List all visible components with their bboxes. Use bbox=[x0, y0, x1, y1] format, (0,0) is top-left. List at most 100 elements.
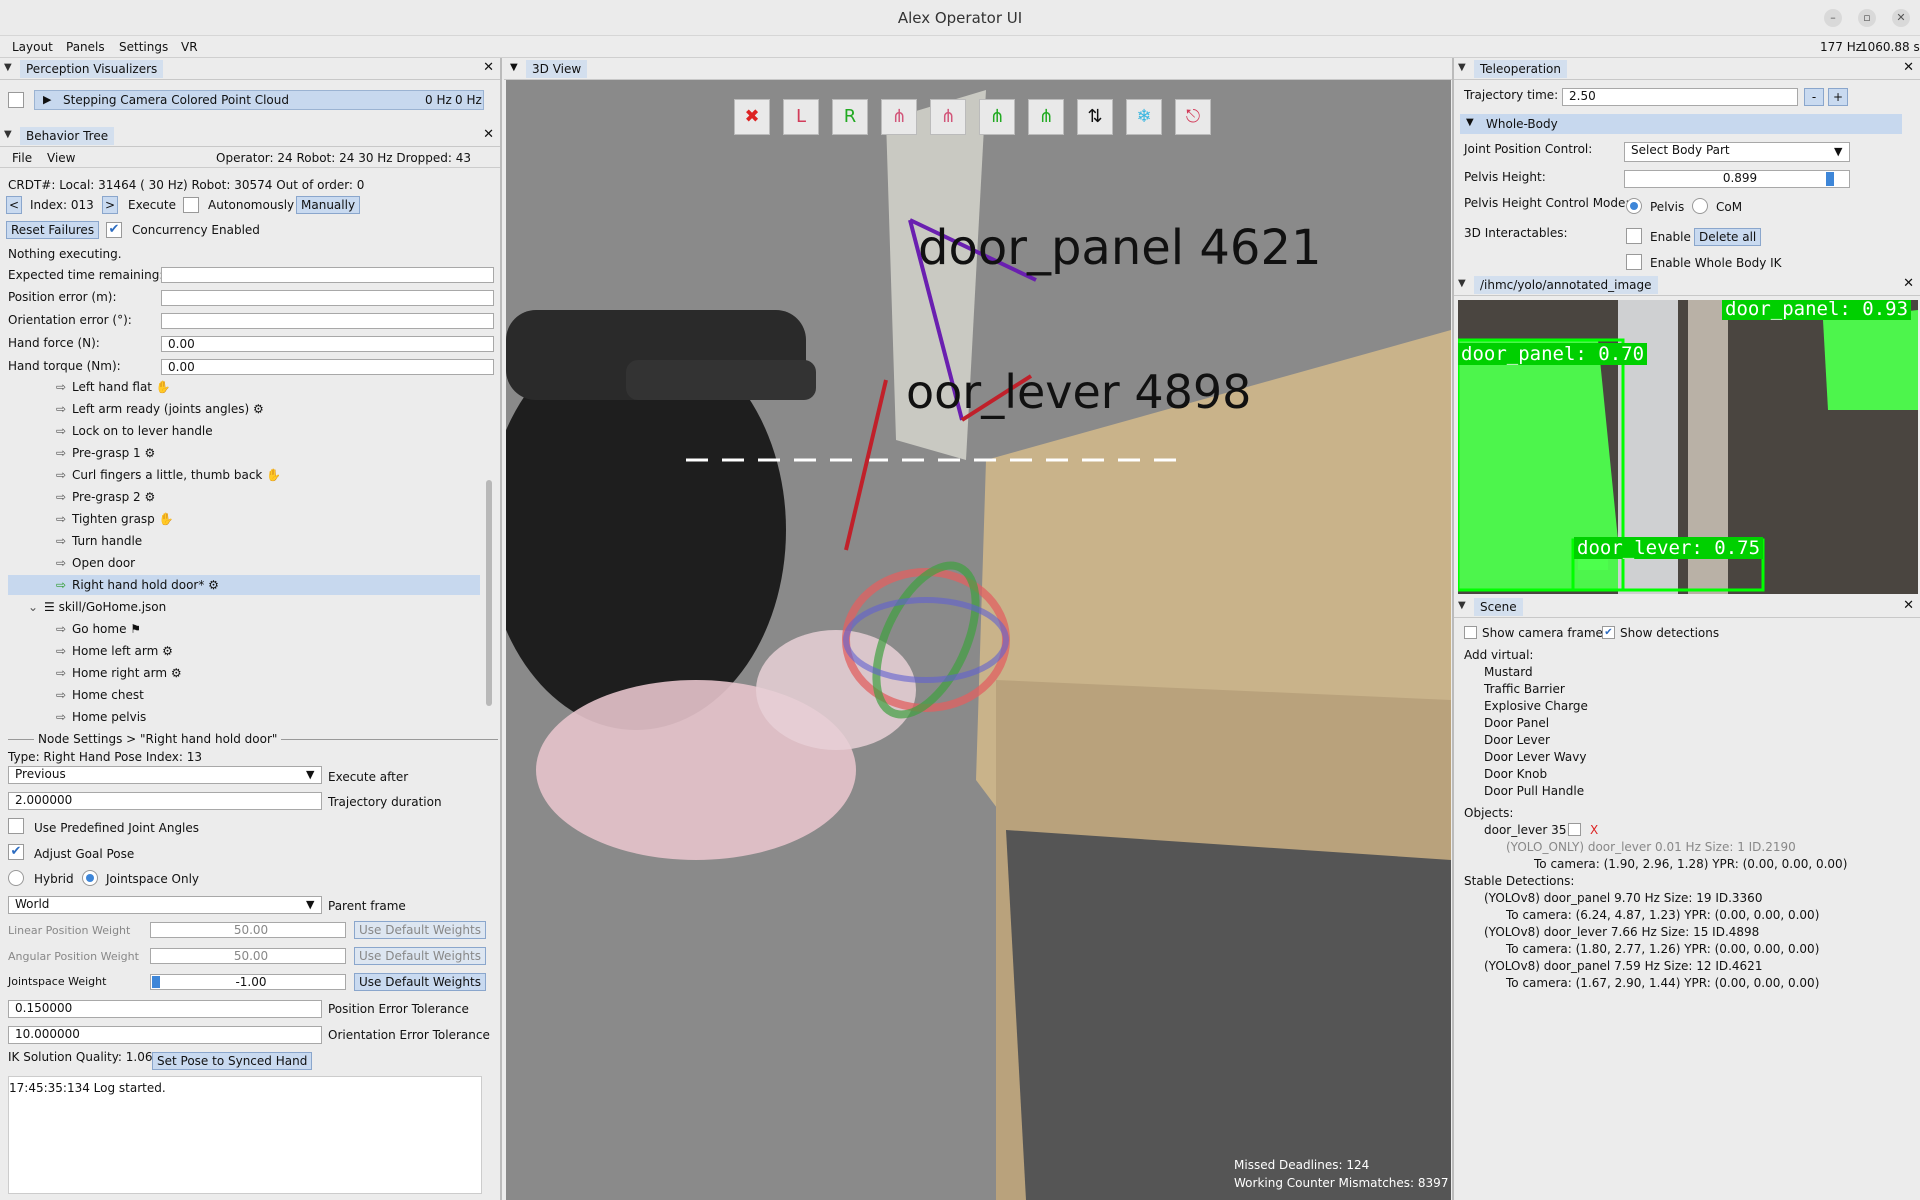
right-gripper-icon[interactable]: ⋔ bbox=[979, 99, 1015, 135]
wbik-checkbox[interactable] bbox=[1626, 254, 1642, 270]
trajectory-time-input[interactable]: 2.50 bbox=[1562, 88, 1798, 106]
tree-node[interactable]: ⇨ Tighten grasp ✋ bbox=[56, 512, 174, 526]
collapse-icon[interactable]: ▼ bbox=[1458, 62, 1466, 73]
set-pose-button[interactable]: Set Pose to Synced Hand bbox=[152, 1052, 313, 1070]
reset-failures-button[interactable]: Reset Failures bbox=[6, 221, 100, 239]
tree-node[interactable]: ⇨ Lock on to lever handle bbox=[56, 424, 213, 438]
right-gripper-open-icon[interactable]: ⋔ bbox=[1028, 99, 1064, 135]
pointcloud-checkbox[interactable] bbox=[8, 92, 24, 108]
collapse-icon[interactable]: ▼ bbox=[1458, 600, 1466, 611]
view3d-tab[interactable]: 3D View bbox=[526, 60, 588, 78]
minimize-button[interactable]: – bbox=[1824, 9, 1842, 27]
virtual-item[interactable]: Explosive Charge bbox=[1484, 699, 1588, 713]
predefined-checkbox[interactable] bbox=[8, 818, 24, 834]
close-icon[interactable]: ✕ bbox=[1903, 60, 1914, 75]
skill-node[interactable]: ⌄ ☰ skill/GoHome.json bbox=[28, 600, 166, 614]
bt-menu-view[interactable]: View bbox=[47, 151, 75, 165]
tree-node[interactable]: ⇨ Home right arm ⚙ bbox=[56, 666, 182, 680]
pointcloud-row[interactable]: ▶ Stepping Camera Colored Point Cloud 0 … bbox=[34, 90, 484, 110]
freeze-icon[interactable]: ❄ bbox=[1126, 99, 1162, 135]
autonomously-checkbox[interactable] bbox=[183, 197, 199, 213]
dropdown-icon[interactable]: ▼ bbox=[1834, 145, 1842, 158]
virtual-item[interactable]: Door Panel bbox=[1484, 716, 1549, 730]
tree-node-selected[interactable]: ⇨ Right hand hold door* ⚙ bbox=[56, 578, 219, 592]
trajectory-minus-button[interactable]: - bbox=[1804, 88, 1824, 106]
jointspace-radio[interactable] bbox=[82, 870, 98, 886]
body-part-select[interactable]: Select Body Part bbox=[1624, 142, 1850, 162]
parent-frame-select[interactable]: World bbox=[8, 896, 322, 914]
tree-node[interactable]: ⇨ Pre-grasp 2 ⚙ bbox=[56, 490, 155, 504]
show-camera-checkbox[interactable] bbox=[1464, 626, 1477, 639]
left-gripper-icon[interactable]: ⋔ bbox=[881, 99, 917, 135]
close-icon[interactable]: ✕ bbox=[483, 127, 494, 142]
delete-all-button[interactable]: Delete all bbox=[1694, 228, 1762, 246]
enable-checkbox[interactable] bbox=[1626, 228, 1642, 244]
collapse-icon[interactable]: ▼ bbox=[1458, 278, 1466, 289]
slider-handle[interactable] bbox=[1826, 172, 1834, 186]
tree-node[interactable]: ⇨ Left hand flat ✋ bbox=[56, 380, 171, 394]
menu-layout[interactable]: Layout bbox=[12, 40, 53, 54]
perception-tab[interactable]: Perception Visualizers bbox=[20, 60, 164, 78]
pelvis-height-slider[interactable]: 0.899 bbox=[1624, 170, 1850, 188]
execute-button[interactable]: Execute bbox=[128, 198, 176, 212]
remove-object-button[interactable]: X bbox=[1590, 823, 1598, 837]
object-checkbox[interactable] bbox=[1568, 823, 1581, 836]
manually-button[interactable]: Manually bbox=[296, 196, 361, 214]
adjust-goal-checkbox[interactable]: ✔ bbox=[8, 844, 24, 860]
menu-settings[interactable]: Settings bbox=[119, 40, 168, 54]
close-icon[interactable]: ✕ bbox=[1903, 276, 1914, 291]
trajectory-plus-button[interactable]: + bbox=[1828, 88, 1848, 106]
menu-panels[interactable]: Panels bbox=[66, 40, 105, 54]
dropdown-icon[interactable]: ▼ bbox=[306, 768, 314, 781]
com-radio[interactable] bbox=[1692, 198, 1708, 214]
tree-node[interactable]: ⇨ Open door bbox=[56, 556, 135, 570]
collapse-icon[interactable]: ▼ bbox=[510, 62, 518, 73]
linear-weight-slider[interactable]: 50.00 bbox=[150, 922, 346, 938]
tree-node[interactable]: ⇨ Home pelvis bbox=[56, 710, 146, 724]
virtual-item[interactable]: Traffic Barrier bbox=[1484, 682, 1565, 696]
pelvis-radio[interactable] bbox=[1626, 198, 1642, 214]
position-tolerance-input[interactable]: 0.150000 bbox=[8, 1000, 322, 1018]
execute-after-select[interactable]: Previous bbox=[8, 766, 322, 784]
scene-tab[interactable]: Scene bbox=[1474, 598, 1523, 616]
close-icon[interactable]: ✕ bbox=[483, 60, 494, 75]
jointspace-weight-slider[interactable]: -1.00 bbox=[150, 974, 346, 990]
virtual-item[interactable]: Door Pull Handle bbox=[1484, 784, 1584, 798]
close-icon[interactable]: ✕ bbox=[1903, 598, 1914, 613]
concurrency-checkbox[interactable]: ✔ bbox=[106, 222, 122, 238]
tree-node[interactable]: ⇨ Home left arm ⚙ bbox=[56, 644, 173, 658]
tree-scrollbar[interactable] bbox=[486, 480, 492, 706]
menu-vr[interactable]: VR bbox=[181, 40, 198, 54]
tree-node[interactable]: ⇨ Go home ⚑ bbox=[56, 622, 141, 636]
yolo-tab[interactable]: /ihmc/yolo/annotated_image bbox=[1474, 276, 1658, 294]
close-window-button[interactable]: ✕ bbox=[1892, 9, 1910, 27]
robot-stand-icon[interactable]: ⇅ bbox=[1077, 99, 1113, 135]
whole-body-section[interactable]: ▼ Whole-Body bbox=[1460, 114, 1902, 134]
tree-node[interactable]: ⇨ Left arm ready (joints angles) ⚙ bbox=[56, 402, 264, 416]
virtual-item[interactable]: Mustard bbox=[1484, 665, 1533, 679]
expand-icon[interactable]: ▶ bbox=[43, 93, 51, 106]
virtual-item[interactable]: Door Lever Wavy bbox=[1484, 750, 1586, 764]
maximize-button[interactable]: ▫ bbox=[1858, 9, 1876, 27]
angular-weight-slider[interactable]: 50.00 bbox=[150, 948, 346, 964]
bt-menu-file[interactable]: File bbox=[12, 151, 32, 165]
tree-node[interactable]: ⇨ Curl fingers a little, thumb back ✋ bbox=[56, 468, 281, 482]
prev-button[interactable]: < bbox=[6, 196, 22, 214]
slider-handle[interactable] bbox=[152, 976, 160, 988]
left-hand-icon[interactable]: L bbox=[783, 99, 819, 135]
tree-node[interactable]: ⇨ Home chest bbox=[56, 688, 144, 702]
orientation-tolerance-input[interactable]: 10.000000 bbox=[8, 1026, 322, 1044]
duration-input[interactable]: 2.000000 bbox=[8, 792, 322, 810]
default-weights-button[interactable]: Use Default Weights bbox=[354, 947, 486, 965]
tree-node[interactable]: ⇨ Pre-grasp 1 ⚙ bbox=[56, 446, 155, 460]
both-gripper-icon[interactable]: ⋔ bbox=[930, 99, 966, 135]
collapse-icon[interactable]: ▼ bbox=[1466, 117, 1474, 128]
next-button[interactable]: > bbox=[102, 196, 118, 214]
exit-icon[interactable]: ⎋ bbox=[1175, 99, 1211, 135]
collapse-icon[interactable]: ▼ bbox=[4, 62, 12, 73]
tree-node[interactable]: ⇨ Turn handle bbox=[56, 534, 142, 548]
virtual-item[interactable]: Door Lever bbox=[1484, 733, 1550, 747]
3d-viewport[interactable]: door_panel 4621 oor_lever 4898 Missed De… bbox=[506, 80, 1451, 1200]
default-weights-button[interactable]: Use Default Weights bbox=[354, 921, 486, 939]
stop-icon[interactable]: ✖ bbox=[734, 99, 770, 135]
